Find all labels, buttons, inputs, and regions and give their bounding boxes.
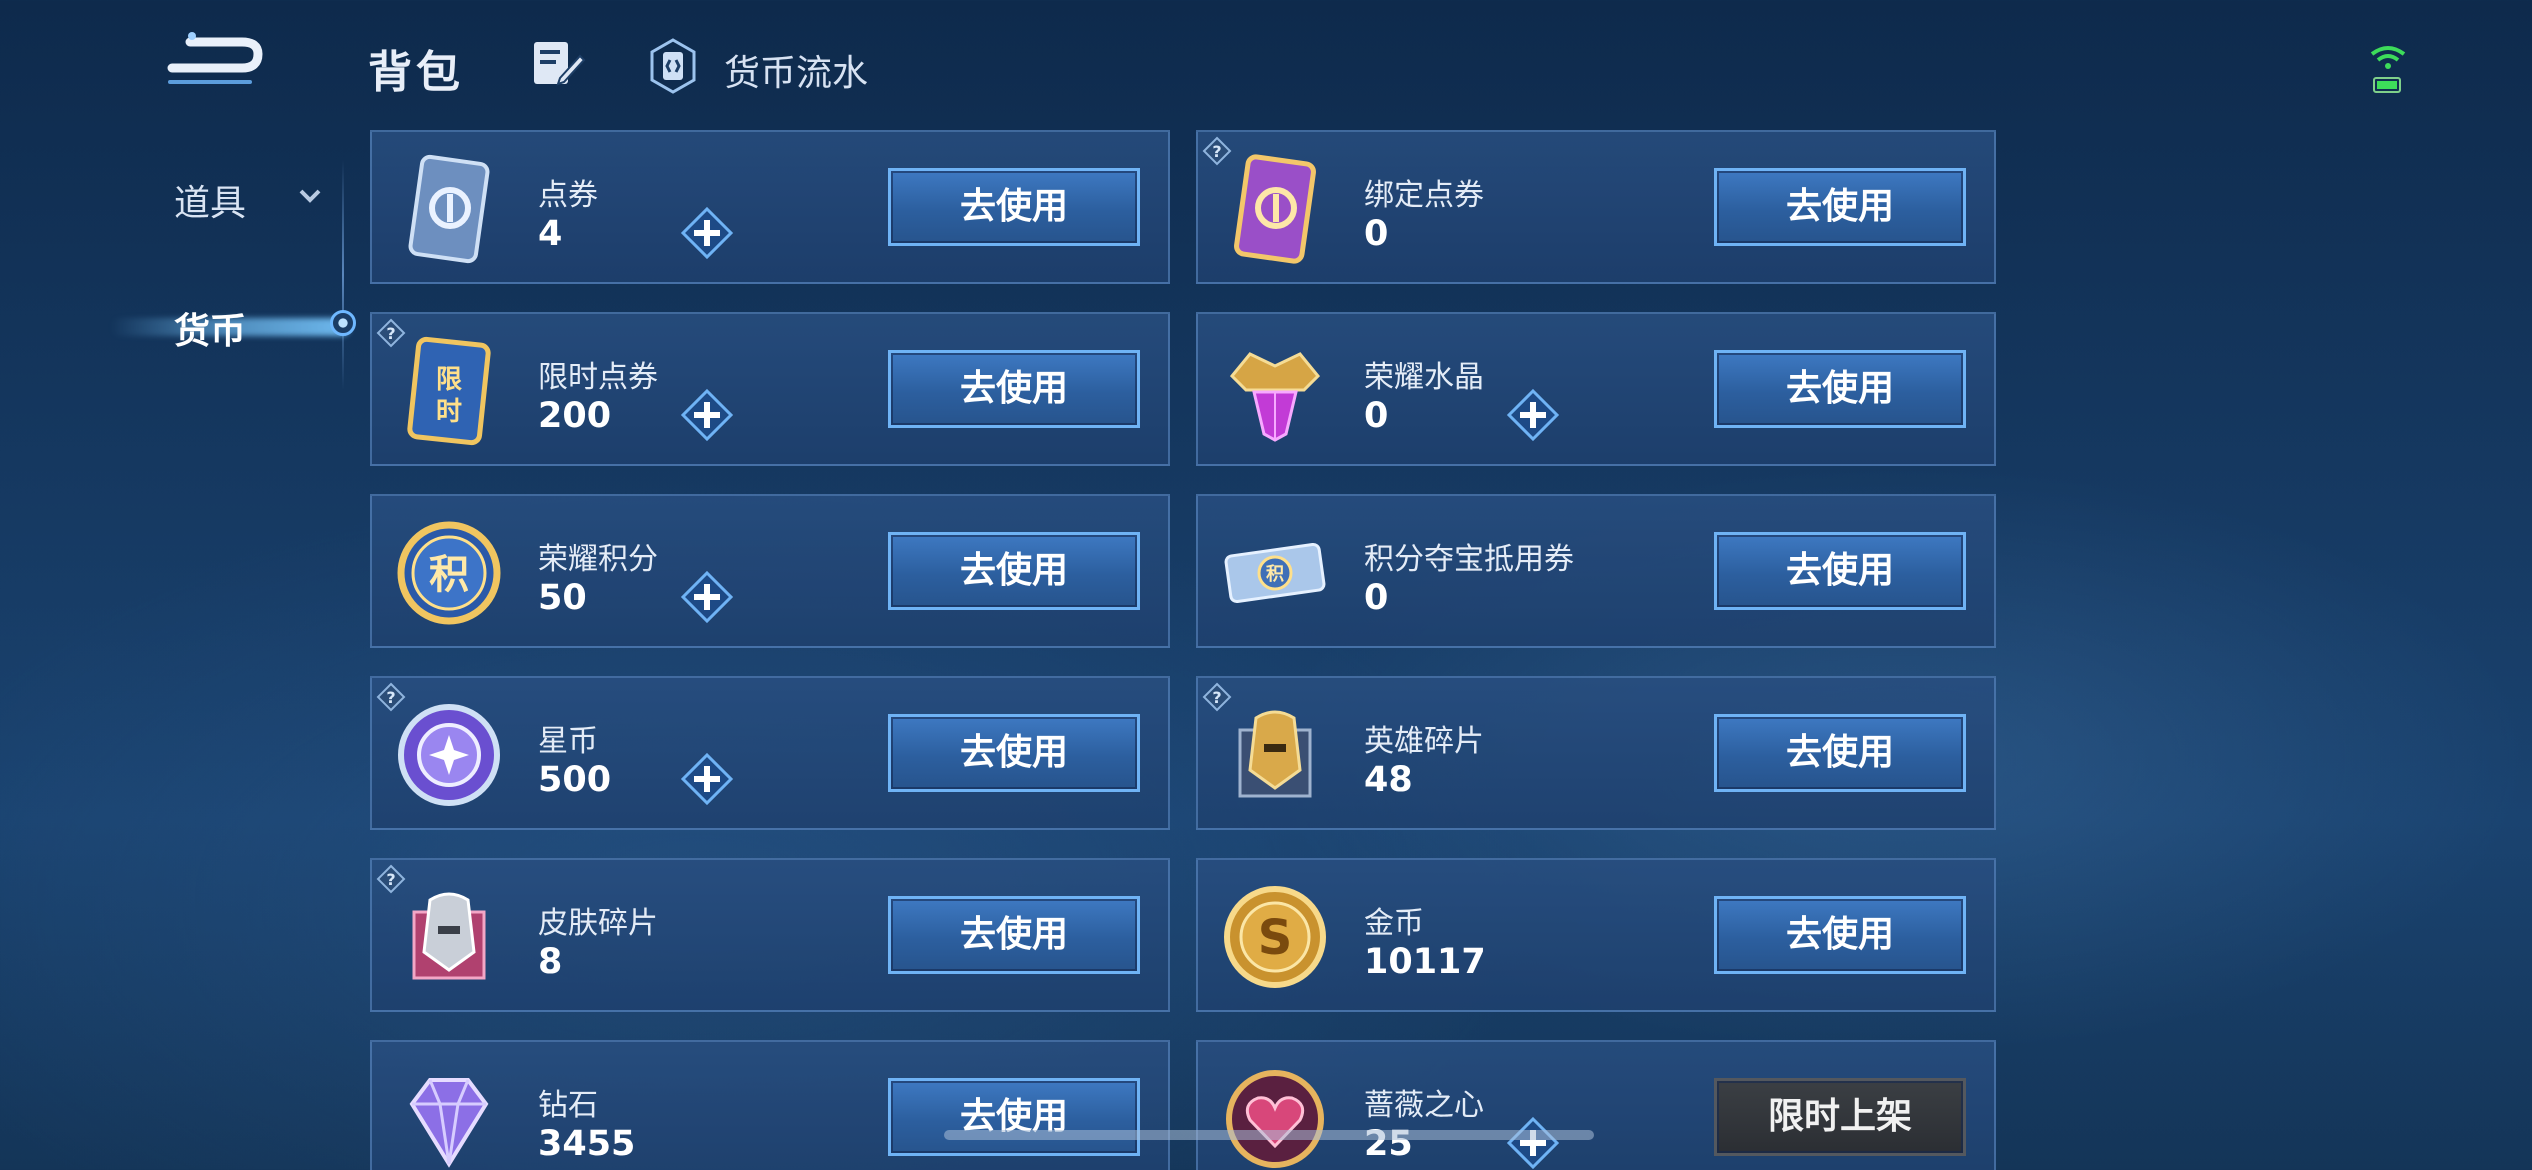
currency-amount: 500: [538, 760, 612, 800]
currency-flow-icon[interactable]: [648, 38, 698, 94]
back-arrow-icon[interactable]: [160, 30, 270, 92]
skin-fragment-icon: [394, 882, 504, 992]
glory-crystal-icon: [1220, 336, 1330, 446]
svg-text:积: 积: [429, 552, 469, 598]
currency-card: 积 积分夺宝抵用券 0 去使用: [1196, 494, 1996, 648]
currency-name: 英雄碎片: [1364, 724, 1484, 759]
currency-card: ? 皮肤碎片 8 去使用: [370, 858, 1170, 1012]
plus-icon[interactable]: [680, 752, 734, 806]
wifi-battery-icon: [2370, 46, 2406, 93]
use-button[interactable]: 去使用: [888, 1078, 1140, 1156]
currency-name: 星币: [538, 724, 598, 759]
currency-name: 荣耀积分: [538, 542, 658, 577]
chevron-down-icon[interactable]: [296, 182, 324, 210]
voucher-card-icon: [394, 154, 504, 264]
currency-amount: 0: [1364, 214, 1389, 254]
currency-amount: 4: [538, 214, 563, 254]
star-coin-icon: [394, 700, 504, 810]
currency-card: 积 荣耀积分 50 去使用: [370, 494, 1170, 648]
sidebar-divider: [342, 160, 344, 390]
edit-icon[interactable]: [530, 38, 586, 90]
currency-card: 点券 4 去使用: [370, 130, 1170, 284]
currency-amount: 200: [538, 396, 612, 436]
scroll-indicator[interactable]: [944, 1130, 1594, 1140]
use-button[interactable]: 去使用: [888, 532, 1140, 610]
currency-name: 皮肤碎片: [538, 906, 658, 941]
currency-name: 钻石: [538, 1088, 598, 1123]
plus-icon[interactable]: [1506, 1116, 1560, 1170]
currency-card: S 金币 10117 去使用: [1196, 858, 1996, 1012]
use-button[interactable]: 去使用: [1714, 168, 1966, 246]
use-button[interactable]: 去使用: [1714, 532, 1966, 610]
currency-name: 点券: [538, 178, 598, 213]
currency-name: 蔷薇之心: [1364, 1088, 1484, 1123]
currency-card: ? 绑定点券 0 去使用: [1196, 130, 1996, 284]
currency-amount: 50: [538, 578, 587, 618]
hero-fragment-icon: [1220, 700, 1330, 810]
use-button[interactable]: 去使用: [1714, 714, 1966, 792]
currency-name: 荣耀水晶: [1364, 360, 1484, 395]
currency-name: 限时点券: [538, 360, 658, 395]
plus-icon[interactable]: [1506, 388, 1560, 442]
currency-amount: 0: [1364, 396, 1389, 436]
currency-card: 荣耀水晶 0 去使用: [1196, 312, 1996, 466]
plus-icon[interactable]: [680, 570, 734, 624]
points-ticket-icon: 积: [1220, 518, 1330, 628]
currency-flow-link[interactable]: 货币流水: [724, 44, 868, 96]
svg-text:积: 积: [1266, 564, 1284, 585]
use-button[interactable]: 去使用: [888, 168, 1140, 246]
svg-text:S: S: [1258, 910, 1293, 966]
currency-amount: 8: [538, 942, 563, 982]
limited-voucher-icon: 限时: [394, 336, 504, 446]
currency-amount: 48: [1364, 760, 1413, 800]
plus-icon[interactable]: [680, 206, 734, 260]
currency-card: ? 英雄碎片 48 去使用: [1196, 676, 1996, 830]
svg-text:限: 限: [436, 365, 462, 395]
currency-amount: 3455: [538, 1124, 636, 1164]
bound-voucher-card-icon: [1220, 154, 1330, 264]
glory-points-icon: 积: [394, 518, 504, 628]
diamond-icon: [394, 1064, 504, 1170]
sidebar-item-props[interactable]: 道具: [174, 174, 246, 226]
page-title: 背包: [368, 47, 464, 98]
sidebar-active-dot: [330, 310, 356, 336]
use-button[interactable]: 去使用: [888, 350, 1140, 428]
svg-text:时: 时: [436, 397, 462, 427]
currency-name: 积分夺宝抵用券: [1364, 542, 1574, 577]
use-button[interactable]: 去使用: [888, 714, 1140, 792]
use-button[interactable]: 去使用: [1714, 350, 1966, 428]
currency-card: 钻石 3455 去使用: [370, 1040, 1170, 1170]
gold-coin-icon: S: [1220, 882, 1330, 992]
limited-listing-button[interactable]: 限时上架: [1714, 1078, 1966, 1156]
currency-amount: 10117: [1364, 942, 1486, 982]
rose-heart-icon: [1220, 1064, 1330, 1170]
use-button[interactable]: 去使用: [1714, 896, 1966, 974]
currency-card: 蔷薇之心 25 限时上架: [1196, 1040, 1996, 1170]
currency-name: 绑定点券: [1364, 178, 1484, 213]
currency-amount: 0: [1364, 578, 1389, 618]
currency-name: 金币: [1364, 906, 1424, 941]
currency-card: ? 星币 500 去使用: [370, 676, 1170, 830]
sidebar-item-currency[interactable]: 货币: [174, 302, 246, 354]
currency-card: ? 限时限时点券 200 去使用: [370, 312, 1170, 466]
use-button[interactable]: 去使用: [888, 896, 1140, 974]
plus-icon[interactable]: [680, 388, 734, 442]
